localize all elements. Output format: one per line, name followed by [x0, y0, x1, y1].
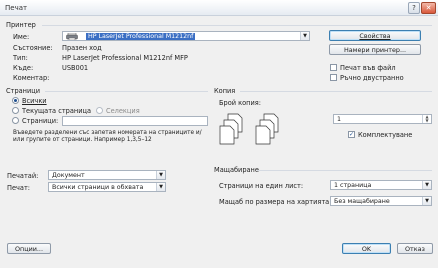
print-what-select[interactable]: Документ ▼ — [48, 170, 166, 180]
chevron-down-icon: ▼ — [156, 183, 165, 191]
status-label: Състояние: — [13, 44, 53, 52]
spinner-icon[interactable]: ▲ ▼ — [422, 115, 431, 123]
chevron-down-icon: ▼ — [300, 32, 309, 40]
options-button[interactable]: Опции... — [7, 243, 51, 254]
print-what-value: Документ — [52, 171, 85, 179]
pages-per-sheet-value: 1 страница — [334, 181, 372, 189]
current-page-label: Текущата страница — [22, 107, 92, 115]
window-title: Печат — [5, 4, 28, 12]
copies-number-label: Брой копия: — [219, 99, 261, 107]
printer-group-divider — [42, 25, 432, 26]
pages-label: Страници: — [22, 117, 59, 125]
page-range-help-text: Въведете разделени със запетая номерата … — [13, 130, 202, 143]
manual-duplex-checkbox[interactable] — [330, 74, 337, 81]
page-range-divider — [45, 91, 208, 92]
options-button-label: Опции... — [15, 244, 43, 253]
pages-radio[interactable] — [12, 117, 19, 124]
chevron-down-icon: ▼ — [422, 197, 431, 205]
printer-name-label: Име: — [13, 33, 30, 41]
properties-button[interactable]: Свойства — [329, 30, 421, 41]
page-range-group-label: Страници — [6, 87, 41, 95]
all-pages-label: Всички — [22, 97, 47, 105]
copies-number-input[interactable]: 1 ▲ ▼ — [333, 114, 432, 124]
current-page-radio[interactable] — [12, 107, 19, 114]
selection-label: Селекция — [106, 107, 140, 115]
scale-value: Без мащабиране — [334, 197, 390, 205]
zoom-divider — [257, 170, 432, 171]
pages-input[interactable] — [62, 116, 208, 126]
all-pages-radio[interactable] — [12, 97, 19, 104]
manual-duplex-label: Ръчно двустранно — [340, 74, 404, 82]
copies-group-label: Копия — [214, 87, 236, 95]
print-what-label: Печатай: — [7, 172, 39, 180]
zoom-group-label: Мащабиране — [214, 166, 259, 174]
where-value: USB001 — [62, 64, 89, 72]
type-label: Тип: — [13, 54, 28, 62]
properties-button-label: Свойства — [359, 31, 391, 40]
help-button[interactable]: ? — [408, 2, 420, 14]
collate-pages-icon — [219, 113, 279, 145]
chevron-down-icon: ▼ — [422, 181, 431, 189]
help-icon: ? — [412, 4, 416, 12]
print-value: Всички страници в обхвата — [52, 183, 144, 191]
type-value: HP LaserJet Professional M1212nf MFP — [62, 54, 188, 62]
where-label: Къде: — [13, 64, 34, 72]
pages-per-sheet-select[interactable]: 1 страница ▼ — [330, 180, 432, 190]
printer-name-value: HP LaserJet Professional M1212nf — [86, 32, 196, 40]
print-label: Печат: — [7, 184, 31, 192]
selection-radio[interactable] — [96, 107, 103, 114]
ok-button[interactable]: OK — [342, 243, 391, 254]
copies-number-value: 1 — [337, 116, 342, 123]
cancel-button-label: Отказ — [405, 244, 425, 253]
find-printer-button[interactable]: Намери принтер... — [329, 44, 421, 55]
chevron-down-icon: ▼ — [156, 171, 165, 179]
scale-select[interactable]: Без мащабиране ▼ — [330, 196, 432, 206]
close-icon: ✕ — [425, 4, 432, 12]
status-value: Празен ход — [62, 44, 102, 52]
printer-group-label: Принтер — [6, 21, 36, 29]
title-bar — [0, 0, 438, 16]
pages-per-sheet-label: Страници на един лист: — [219, 182, 304, 190]
print-select[interactable]: Всички страници в обхвата ▼ — [48, 182, 166, 192]
scale-label: Мащаб по размера на хартията: — [219, 198, 332, 206]
collate-label: Комплектуване — [358, 131, 413, 139]
printer-name-select[interactable]: HP LaserJet Professional M1212nf ▼ — [62, 31, 310, 41]
close-button[interactable]: ✕ — [421, 2, 436, 14]
cancel-button[interactable]: Отказ — [397, 243, 433, 254]
ok-button-label: OK — [361, 244, 372, 253]
find-printer-button-label: Намери принтер... — [343, 45, 407, 54]
print-to-file-label: Печат във файл — [340, 64, 396, 72]
printer-icon — [66, 32, 78, 40]
collate-checkbox[interactable]: ✓ — [348, 131, 355, 138]
copies-divider — [240, 91, 432, 92]
print-to-file-checkbox[interactable] — [330, 64, 337, 71]
comment-label: Коментар: — [13, 74, 50, 82]
